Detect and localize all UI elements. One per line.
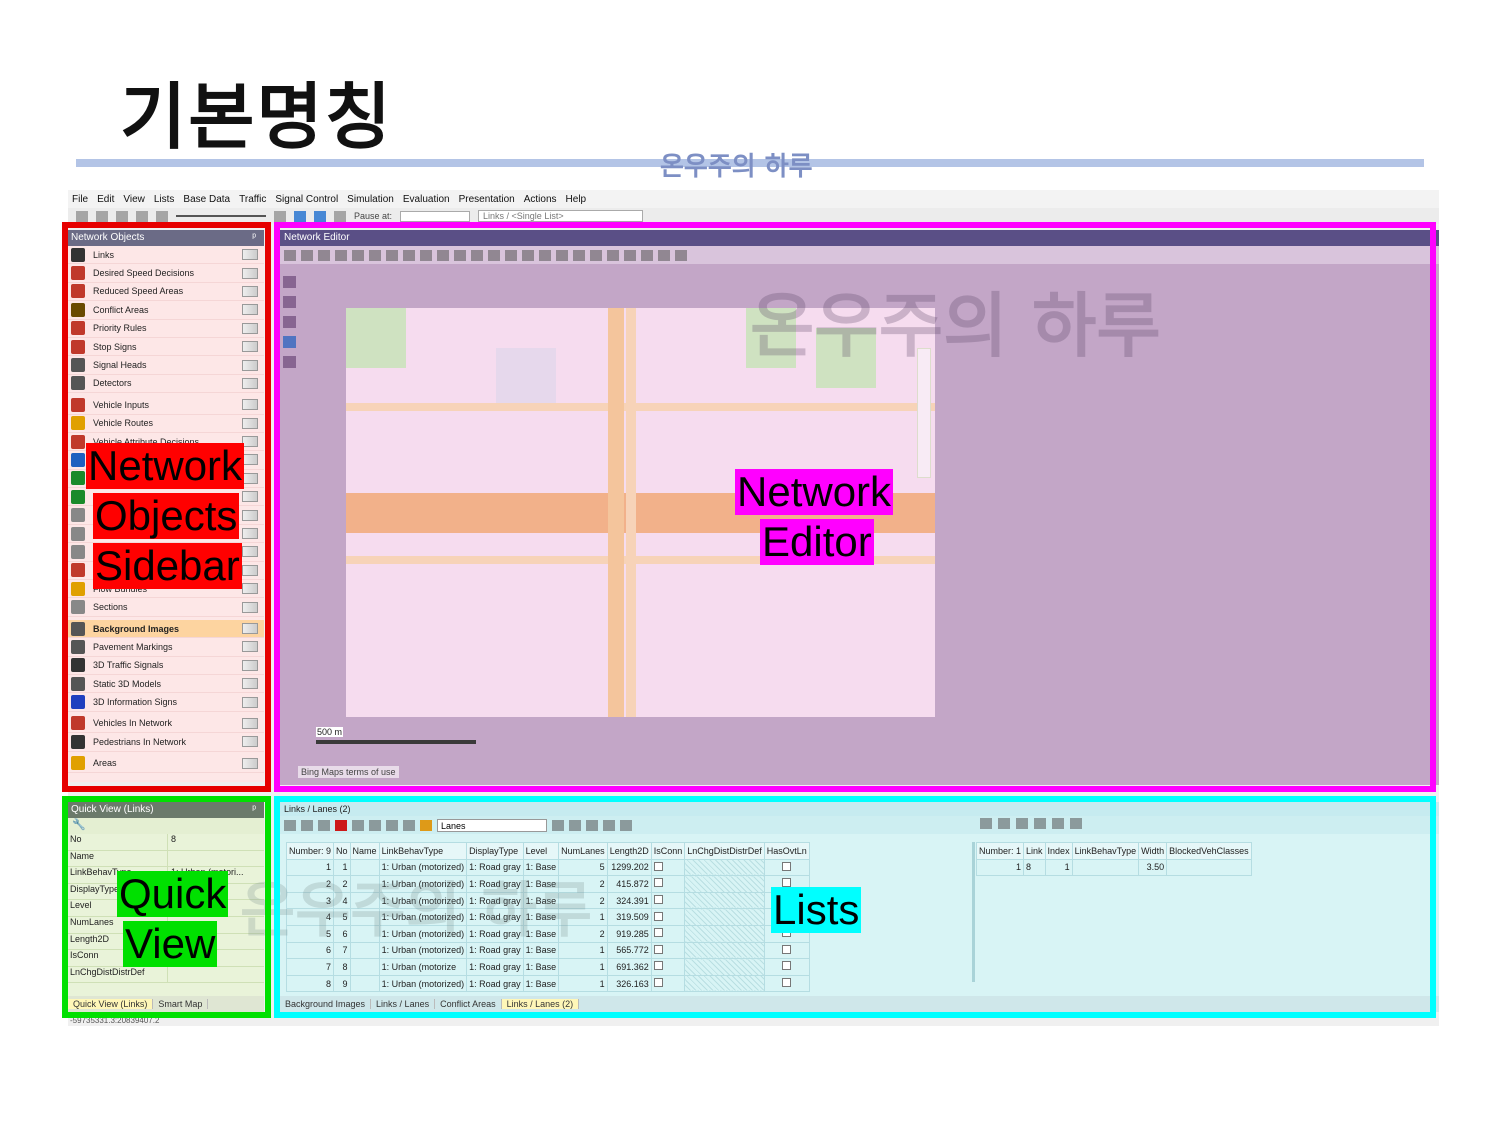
slide-title: 기본명칭 [120, 75, 393, 159]
annotation-label: Lists [771, 886, 862, 933]
annotation-label: Network [735, 468, 894, 515]
zoom-icon[interactable] [274, 210, 286, 222]
annotation-label: Quick [117, 870, 229, 917]
slide: 기본명칭 온우주의 하루 File Edit View Lists Base Data T… [0, 0, 1499, 1125]
pause-at-label: Pause at: [354, 211, 393, 221]
menu-signal-control[interactable]: Signal Control [275, 194, 338, 205]
annotation-label: Sidebar [93, 542, 242, 589]
menu-help[interactable]: Help [566, 194, 587, 205]
new-file-icon[interactable] [76, 210, 88, 222]
menu-base-data[interactable]: Base Data [183, 194, 230, 205]
list-selector[interactable]: Links / <Single List> [478, 210, 644, 222]
annotation-label: Objects [93, 492, 240, 539]
step-icon[interactable] [314, 210, 326, 222]
save-icon[interactable] [116, 210, 128, 222]
undo-icon[interactable] [136, 210, 148, 222]
simulation-speed-slider[interactable] [176, 215, 266, 217]
menu-file[interactable]: File [72, 194, 88, 205]
menu-traffic[interactable]: Traffic [239, 194, 266, 205]
annotation-label: View [123, 920, 218, 967]
menu-lists[interactable]: Lists [154, 194, 175, 205]
menubar: File Edit View Lists Base Data Traffic Signal … [68, 190, 1439, 208]
menu-actions[interactable]: Actions [524, 194, 557, 205]
stop-icon[interactable] [334, 210, 346, 222]
redo-icon[interactable] [156, 210, 168, 222]
menu-simulation[interactable]: Simulation [347, 194, 394, 205]
pause-at-input[interactable] [400, 210, 471, 222]
menu-edit[interactable]: Edit [97, 194, 114, 205]
menu-view[interactable]: View [123, 194, 145, 205]
annotation-label: Editor [760, 518, 874, 565]
menu-evaluation[interactable]: Evaluation [403, 194, 450, 205]
slide-subtitle: 온우주의 하루 [660, 152, 813, 182]
open-file-icon[interactable] [96, 210, 108, 222]
menu-presentation[interactable]: Presentation [459, 194, 515, 205]
play-icon[interactable] [294, 210, 306, 222]
annotation-label: Network [86, 442, 245, 489]
